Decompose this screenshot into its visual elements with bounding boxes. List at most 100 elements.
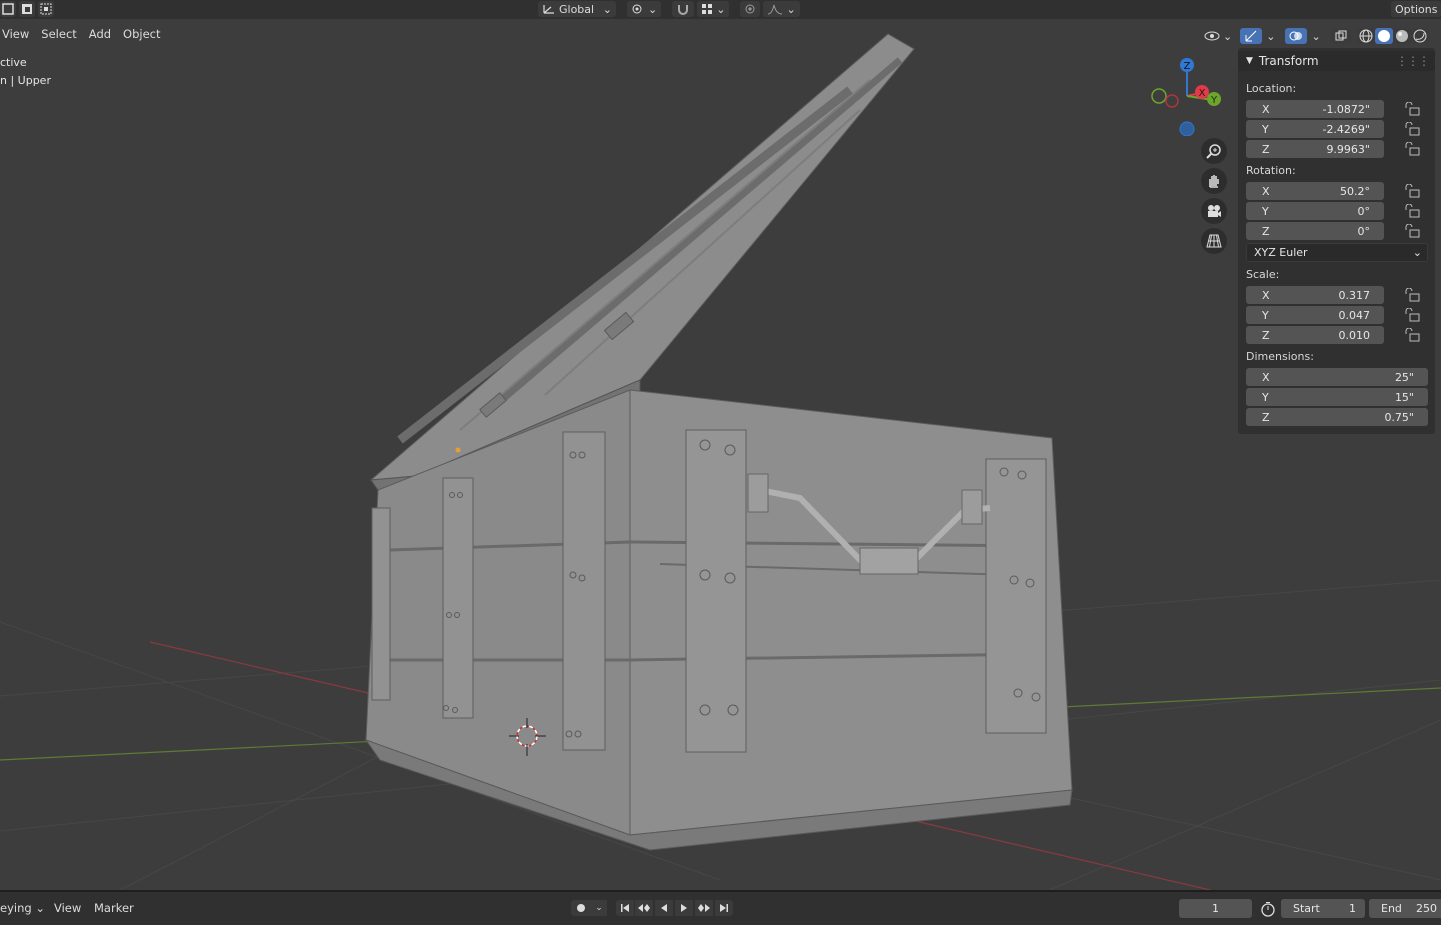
lock-location-y-icon[interactable] — [1404, 122, 1420, 136]
transform-panel-header[interactable]: ▼ Transform ⋮⋮⋮ — [1238, 51, 1435, 71]
select-mode-new-icon[interactable] — [0, 1, 16, 17]
pivot-point-dropdown[interactable]: ⌄ — [627, 1, 662, 17]
select-mode-group — [0, 1, 54, 17]
prev-keyframe-icon — [638, 904, 650, 912]
shading-solid-button[interactable] — [1374, 28, 1393, 44]
gizmo-dropdown[interactable]: ⌄ — [1262, 28, 1279, 44]
next-keyframe-icon — [698, 904, 710, 912]
snap-toggle[interactable] — [672, 1, 695, 17]
jump-end-button[interactable] — [715, 900, 733, 916]
stopwatch-icon[interactable] — [1260, 901, 1276, 920]
auto-keying-toggle[interactable] — [571, 900, 591, 916]
select-mode-extend-icon[interactable] — [19, 1, 35, 17]
prev-keyframe-button[interactable] — [635, 900, 653, 916]
field-value: 0.010 — [1338, 328, 1371, 342]
rotation-x-field[interactable]: X 50.2° — [1246, 182, 1384, 200]
chevron-down-icon: ⌄ — [1223, 29, 1233, 43]
axis-label: Y — [1262, 122, 1269, 136]
lock-scale-y-icon[interactable] — [1404, 308, 1420, 322]
lock-rotation-z-icon[interactable] — [1404, 224, 1420, 238]
menu-select[interactable]: Select — [35, 24, 82, 45]
gizmo-toggle[interactable] — [1240, 28, 1263, 44]
rotation-z-field[interactable]: Z 0° — [1246, 222, 1384, 240]
keying-dropdown[interactable]: eying ⌄ — [0, 901, 45, 915]
drag-handle-icon[interactable]: ⋮⋮⋮ — [1396, 54, 1430, 68]
scale-z-field[interactable]: Z 0.010 — [1246, 326, 1384, 344]
scale-label: Scale: — [1246, 268, 1280, 281]
camera-view-button[interactable] — [1201, 198, 1227, 224]
play-button[interactable] — [675, 900, 693, 916]
dimensions-x-field[interactable]: X 25" — [1246, 368, 1428, 386]
chevron-down-icon: ⌄ — [602, 2, 612, 16]
rotation-mode-dropdown[interactable]: XYZ Euler ⌄ — [1246, 243, 1428, 262]
overlays-toggle[interactable] — [1285, 28, 1308, 44]
proportional-edit-toggle[interactable] — [740, 1, 761, 17]
timeline-header: eying ⌄ View Marker ⌄ 1 Start 1 End 250 — [0, 890, 1441, 925]
start-frame-field[interactable]: Start 1 — [1281, 899, 1365, 918]
scale-y-field[interactable]: Y 0.047 — [1246, 306, 1384, 324]
shading-wireframe-button[interactable] — [1356, 28, 1375, 44]
start-value: 1 — [1349, 902, 1356, 915]
falloff-dropdown[interactable]: ⌄ — [763, 1, 800, 17]
navigation-gizmo[interactable]: Z X Y — [1146, 56, 1226, 137]
scale-x-field[interactable]: X 0.317 — [1246, 286, 1384, 304]
location-x-field[interactable]: X -1.0872" — [1246, 100, 1384, 118]
pan-button[interactable] — [1201, 168, 1227, 194]
dimensions-label: Dimensions: — [1246, 350, 1314, 363]
transform-orientation-group: Global ⌄ ⌄ ⌄ ⌄ — [538, 1, 800, 17]
timeline-view-menu[interactable]: View — [54, 901, 81, 915]
z-axis-label: Z — [1184, 61, 1191, 72]
lock-rotation-x-icon[interactable] — [1404, 184, 1420, 198]
location-z-field[interactable]: Z 9.9963" — [1246, 140, 1384, 158]
location-y-field[interactable]: Y -2.4269" — [1246, 120, 1384, 138]
transform-orientation-dropdown[interactable]: Global ⌄ — [538, 1, 616, 17]
field-value: 25" — [1394, 370, 1414, 384]
field-value: 0° — [1357, 204, 1371, 218]
menu-object[interactable]: Object — [117, 24, 166, 45]
jump-start-button[interactable] — [616, 900, 634, 916]
chevron-down-icon: ⌄ — [648, 2, 658, 16]
lock-location-z-icon[interactable] — [1404, 142, 1420, 156]
negative-x-handle[interactable] — [1165, 94, 1179, 108]
axis-label: Z — [1262, 224, 1270, 238]
next-keyframe-button[interactable] — [695, 900, 713, 916]
dimensions-y-field[interactable]: Y 15" — [1246, 388, 1428, 406]
lock-location-x-icon[interactable] — [1404, 102, 1420, 116]
rotation-y-field[interactable]: Y 0° — [1246, 202, 1384, 220]
top-header-bar: Global ⌄ ⌄ ⌄ ⌄ Options — [0, 0, 1441, 19]
xray-toggle[interactable] — [1330, 28, 1351, 44]
axis-label: X — [1262, 288, 1270, 302]
rotation-mode-value: XYZ Euler — [1254, 246, 1308, 259]
shading-material-button[interactable] — [1392, 28, 1411, 44]
shading-rendered-button[interactable] — [1410, 28, 1429, 44]
perspective-toggle-button[interactable] — [1201, 228, 1227, 254]
select-mode-subtract-icon[interactable] — [38, 1, 54, 17]
chest-body-mesh — [364, 389, 1073, 851]
end-frame-field[interactable]: End 250 — [1369, 899, 1441, 918]
overlays-dropdown[interactable]: ⌄ — [1307, 28, 1324, 44]
visibility-dropdown[interactable]: ⌄ — [1200, 28, 1236, 44]
snap-target-dropdown[interactable]: ⌄ — [697, 1, 730, 17]
timeline-marker-menu[interactable]: Marker — [94, 901, 134, 915]
current-frame-field[interactable]: 1 — [1179, 899, 1252, 918]
lock-scale-z-icon[interactable] — [1404, 328, 1420, 342]
dimensions-z-field[interactable]: Z 0.75" — [1246, 408, 1428, 426]
lock-rotation-y-icon[interactable] — [1404, 204, 1420, 218]
menu-view[interactable]: View — [0, 24, 35, 45]
xray-icon — [1335, 30, 1347, 41]
options-dropdown[interactable]: Options — [1391, 1, 1441, 17]
negative-z-handle[interactable] — [1179, 121, 1195, 137]
negative-y-handle[interactable] — [1151, 88, 1167, 104]
zoom-button[interactable] — [1201, 138, 1227, 164]
play-reverse-button[interactable] — [655, 900, 673, 916]
menu-add[interactable]: Add — [83, 24, 117, 45]
zoom-magnifier-icon — [1206, 144, 1221, 159]
axis-label: Y — [1262, 308, 1269, 322]
chevron-down-icon: ⌄ — [1311, 29, 1321, 43]
keying-set-dropdown[interactable]: ⌄ — [591, 900, 607, 916]
field-value: 9.9963" — [1326, 142, 1370, 156]
orientation-axes-icon — [543, 5, 554, 14]
axis-label: X — [1262, 184, 1270, 198]
lock-scale-x-icon[interactable] — [1404, 288, 1420, 302]
rendered-sphere-icon — [1413, 29, 1427, 43]
